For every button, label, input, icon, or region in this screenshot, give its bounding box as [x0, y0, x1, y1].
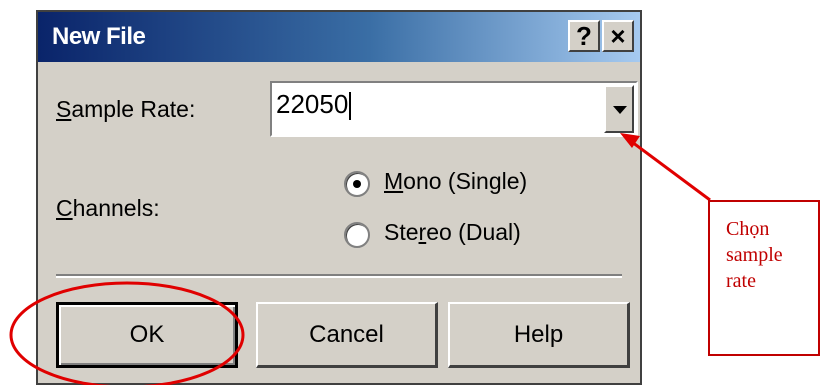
- annotation-arrow-line: [627, 137, 711, 202]
- annotation-box: Chọn sample rate: [708, 200, 820, 356]
- ok-highlight-ellipse: [9, 281, 245, 385]
- annotation-text: Chọn sample rate: [726, 218, 783, 292]
- annotation-overlay: [9, 133, 711, 385]
